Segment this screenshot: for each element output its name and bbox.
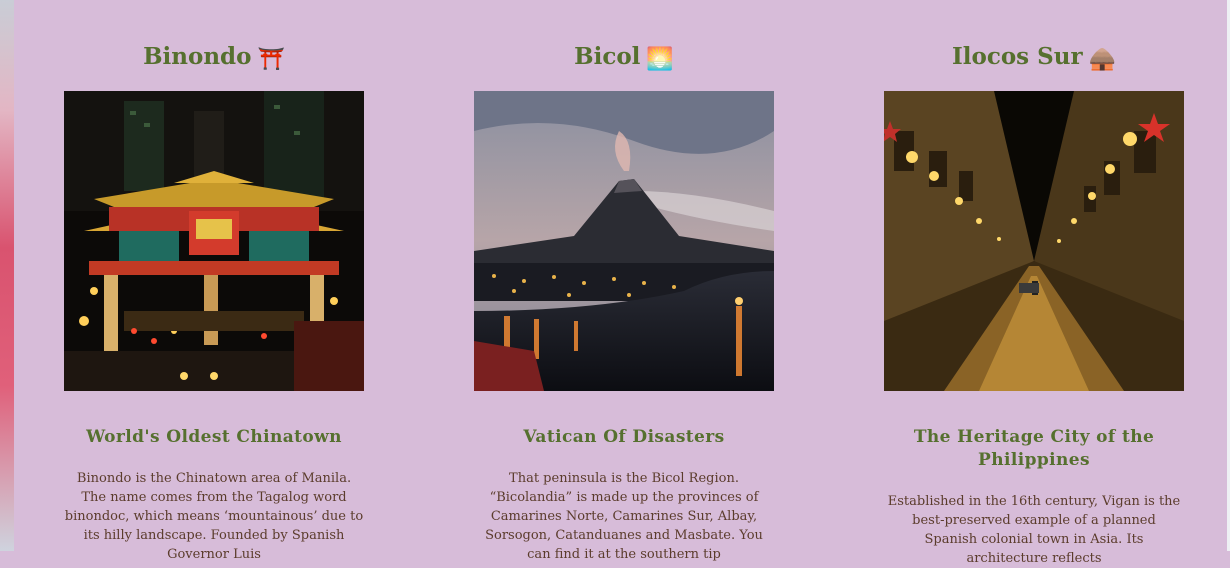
hut-icon: 🛖 xyxy=(1088,46,1116,72)
card-description: Established in the 16th century, Vigan i… xyxy=(887,494,1181,566)
card-title: Ilocos Sur 🛖 xyxy=(864,40,1204,76)
card-subtitle: The Heritage City of the Philippines xyxy=(913,427,1155,470)
card-title: Bicol 🌅 xyxy=(454,40,794,76)
card-photo-mayon-volcano xyxy=(474,91,774,391)
torii-gate-icon: ⛩️ xyxy=(257,46,285,72)
card-title: Binondo ⛩️ xyxy=(44,40,384,76)
card-title-text: Binondo xyxy=(143,43,252,70)
card-photo-chinatown-arch xyxy=(64,91,364,391)
sunrise-icon: 🌅 xyxy=(646,46,674,72)
card-photo-vigan-street xyxy=(884,91,1184,391)
card-description: That peninsula is the Bicol Region. “Bic… xyxy=(485,471,763,562)
card-subtitle: Vatican Of Disasters xyxy=(523,427,725,447)
card-title-text: Ilocos Sur xyxy=(952,43,1083,70)
card-subtitle: World's Oldest Chinatown xyxy=(86,427,342,447)
background-edge-left xyxy=(0,0,14,551)
card-description: Binondo is the Chinatown area of Manila.… xyxy=(64,471,364,562)
card-title-text: Bicol xyxy=(574,43,641,70)
